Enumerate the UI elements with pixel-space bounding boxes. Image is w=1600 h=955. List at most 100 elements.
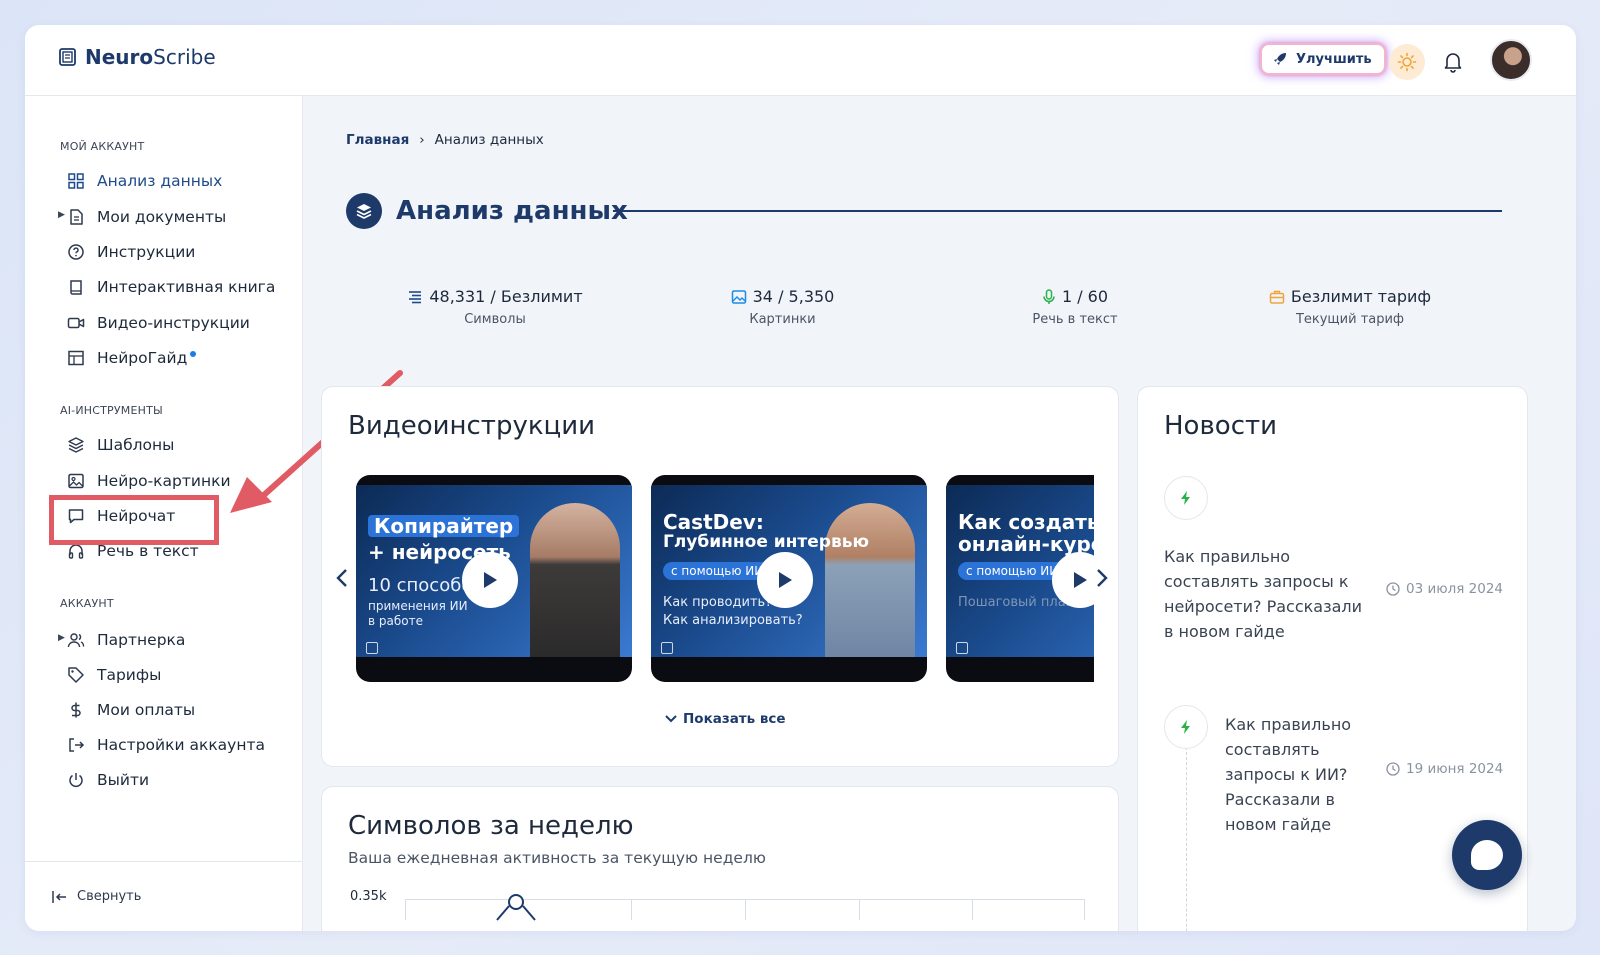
book-icon [70,280,82,295]
chat-fab-button[interactable] [1452,820,1522,890]
sidebar-item-analysis[interactable]: Анализ данных [67,168,222,194]
sidebar-item-logout[interactable]: Выйти [67,767,149,793]
upgrade-label: Улучшить [1296,51,1372,67]
news-item-text[interactable]: Как правильно составлять запросы к ИИ? Р… [1225,712,1380,837]
page-title: Анализ данных [396,196,628,226]
play-button[interactable] [757,552,813,608]
layers-badge-icon [346,193,382,229]
sidebar-item-video[interactable]: Видео-инструкции [67,310,250,336]
sidebar-item-neuroguide[interactable]: НейроГайд [67,345,197,371]
chat-icon [68,509,84,524]
sidebar-item-partner[interactable]: Партнерка [67,627,185,653]
grid-icon [68,173,84,189]
sidebar-item-images[interactable]: Нейро-картинки [67,468,231,494]
clock-icon [1386,762,1400,776]
logo-icon [59,48,76,66]
layers-icon [68,437,84,453]
carousel-next-button[interactable] [1092,563,1112,593]
sidebar-item-label: Шаблоны [97,436,175,454]
clock-icon [1386,582,1400,596]
table-icon [68,350,84,366]
sidebar: МОЙ АККАУНТ Анализ данных ▶ Мои документ… [25,96,303,931]
notifications-button[interactable] [1438,47,1468,77]
sidebar-item-label: Настройки аккаунта [97,736,266,754]
stat-value: 48,331 / Безлимит [429,287,583,306]
upgrade-button[interactable]: Улучшить [1260,43,1386,75]
logo-text: Scribe [153,45,216,69]
users-icon [67,633,85,648]
sidebar-item-label: НейроГайд [97,349,188,367]
power-icon [69,773,83,788]
new-dot-badge [190,351,197,357]
stat-symbols: 48,331 / Безлимит Символы [390,287,600,327]
video-card[interactable]: CastDev: Глубинное интервью с помощью ИИ… [651,475,927,682]
lightning-icon [1181,491,1190,505]
headphones-icon [68,544,84,559]
stat-label: Символы [464,312,526,327]
section-ai-tools: AI-ИНСТРУМЕНТЫ [60,404,163,417]
sidebar-item-payments[interactable]: Мои оплаты [67,697,195,723]
video-card[interactable]: Как создать онлайн-курс с помощью ИИ Пош… [946,475,1094,682]
video-pill: с помощью ИИ [663,562,772,580]
lightning-icon [1181,720,1190,734]
sidebar-item-documents[interactable]: Мои документы [67,204,226,230]
sidebar-item-settings[interactable]: Настройки аккаунта [67,732,265,758]
logo[interactable]: NeuroScribe [57,45,216,69]
document-icon [70,209,83,225]
sidebar-item-neurochat[interactable]: Нейрочат [67,503,175,529]
news-item-text[interactable]: Как правильно составлять запросы к нейро… [1164,544,1364,644]
help-circle-icon [68,244,84,260]
weekly-subtitle: Ваша ежедневная активность за текущую не… [348,849,766,867]
video-icon [67,317,85,329]
briefcase-icon [1269,290,1285,304]
video-subtitle-2: Как анализировать? [663,613,803,628]
video-subtitle-1: Как проводить? [663,595,773,610]
stat-label: Текущий тариф [1295,312,1405,327]
image-icon [68,473,84,489]
sidebar-item-label: Мои документы [97,208,227,226]
sun-icon [1397,52,1417,72]
show-all-button[interactable]: Показать все [665,711,786,727]
sidebar-item-book[interactable]: Интерактивная книга [67,274,275,300]
sidebar-item-label: Видео-инструкции [97,314,250,332]
sidebar-item-templates[interactable]: Шаблоны [67,432,174,458]
play-button[interactable] [462,552,518,608]
videos-title: Видеоинструкции [348,411,596,441]
video-card[interactable]: Копирайтер + нейросеть 10 способов приме… [356,475,632,682]
logo-mini-icon [956,642,968,654]
play-icon [484,572,497,588]
sidebar-item-label: Тарифы [97,666,162,684]
login-icon [69,738,85,752]
stat-speech: 1 / 60 Речь в текст [1010,287,1140,327]
stat-value: 1 / 60 [1061,287,1109,306]
sidebar-item-tariffs[interactable]: Тарифы [67,662,161,688]
news-date: 03 июля 2024 [1386,581,1503,597]
dollar-icon [71,702,81,718]
news-bolt-badge [1164,476,1208,520]
news-date-text: 19 июня 2024 [1406,761,1504,777]
news-bolt-badge [1164,705,1208,749]
sidebar-item-label: Мои оплаты [97,701,196,719]
sidebar-item-label: Нейро-картинки [97,472,231,490]
weekly-card: Символов за неделю Ваша ежедневная актив… [321,786,1119,931]
collapse-sidebar-button[interactable]: Свернуть [25,861,302,931]
breadcrumb-separator: › [419,132,425,148]
text-lines-icon [409,290,422,303]
carousel-prev-button[interactable] [332,563,352,593]
sidebar-item-speech[interactable]: Речь в текст [67,538,199,564]
y-axis-tick: 0.35k [350,889,387,904]
video-subtitle-2: применения ИИ [368,599,468,613]
breadcrumb-current: Анализ данных [434,132,544,148]
collapse-label: Свернуть [77,889,142,904]
top-bar: NeuroScribe Улучшить [25,25,1576,96]
avatar[interactable] [1490,39,1532,81]
video-carousel: Копирайтер + нейросеть 10 способов приме… [356,475,1094,685]
show-all-label: Показать все [683,711,786,727]
sidebar-item-instructions[interactable]: Инструкции [67,239,195,265]
sidebar-item-label: Анализ данных [97,172,223,190]
breadcrumb-home[interactable]: Главная [346,132,409,148]
expand-caret-icon[interactable]: ▶ [58,210,65,220]
expand-caret-icon[interactable]: ▶ [58,633,65,643]
section-account: АККАУНТ [60,597,114,610]
theme-toggle[interactable] [1389,44,1425,80]
